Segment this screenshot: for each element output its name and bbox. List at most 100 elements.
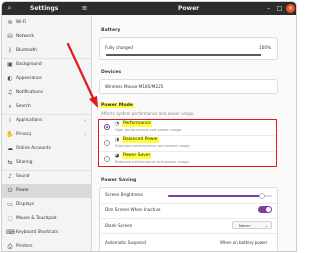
search-icon: ⌕ (8, 103, 12, 110)
power-mode-option-balanced[interactable]: ◑ Balanced Power Standard performance an… (99, 136, 275, 151)
cloud-icon: ☁ (7, 145, 13, 152)
power-mode-option-saver[interactable]: ◕ Power Saver Reduced performance and po… (99, 152, 275, 167)
sidebar-item-sound[interactable]: ♪ Sound (2, 170, 91, 184)
battery-card: Fully charged 100% (99, 37, 278, 60)
mouse-icon: ◌ (7, 215, 13, 222)
sidebar-item-applications[interactable]: ⁞ Applications › (2, 114, 91, 128)
saver-label: Power Saver (122, 153, 152, 159)
sharing-icon: ⇆ (7, 159, 13, 166)
battery-percent: 100% (259, 45, 271, 50)
appearance-icon: ◐ (7, 75, 13, 82)
power-mode-option-performance[interactable]: ◔ Performance High performance and power… (99, 120, 275, 135)
balance-icon: ◑ (115, 137, 120, 143)
chevron-down-icon: ⌄ (264, 223, 268, 228)
sidebar-item-label: Keyboard Shortcuts (16, 230, 59, 235)
sidebar-item-power[interactable]: ⏻ Power (2, 184, 91, 198)
sidebar-item-search[interactable]: ⌕ Search (2, 100, 91, 114)
sidebar-item-printers[interactable]: ⎙ Printers (2, 240, 91, 251)
sidebar-item-network[interactable]: ⛁ Network (2, 30, 91, 44)
saver-desc: Reduced performance and power usage. (115, 160, 190, 164)
performance-desc: High performance and power usage. (115, 128, 183, 132)
battery-level-fill (106, 54, 261, 56)
settings-window: ⌕ Settings ≡ Power – □ × ≋ Wi-Fi ⛁ Network ᛒ… (1, 1, 297, 252)
sidebar-item-privacy[interactable]: ✋ Privacy › (2, 128, 91, 142)
screen-brightness-label[interactable]: Screen Brightness (105, 192, 143, 197)
sidebar-item-label: Printers (16, 244, 33, 249)
bluetooth-icon: ᛒ (8, 47, 12, 54)
sidebar-item-label: Online Accounts (16, 146, 51, 151)
divider (100, 233, 277, 234)
sidebar-item-notifications[interactable]: ♫ Notifications (2, 86, 91, 100)
power-mode-options: ◔ Performance High performance and power… (98, 119, 277, 167)
divider (100, 218, 277, 219)
sidebar-item-displays[interactable]: ▭ Displays (2, 198, 91, 212)
brightness-slider-fill (168, 195, 262, 197)
sidebar-item-background[interactable]: ▣ Background (2, 58, 91, 72)
battery-section-title: Battery (101, 28, 121, 33)
devices-card: Wireless Mouse M185/M225 (99, 79, 278, 94)
sidebar-item-label: Network (16, 34, 34, 39)
battery-status: Fully charged (105, 45, 134, 50)
search-icon[interactable]: ⌕ (5, 4, 14, 13)
performance-radio[interactable] (104, 124, 110, 130)
divider (100, 203, 277, 204)
brightness-slider[interactable] (168, 193, 272, 199)
close-icon[interactable]: × (286, 4, 295, 13)
dim-screen-label: Dim Screen When Inactive (105, 207, 161, 212)
speaker-icon: ♪ (8, 173, 12, 180)
maximize-icon[interactable]: □ (275, 4, 284, 13)
device-name: Wireless Mouse M185/M225 (105, 84, 164, 89)
sidebar-item-label: Bluetooth (16, 48, 37, 53)
sidebar-item-label: Background (16, 62, 42, 67)
bell-icon: ♫ (7, 89, 13, 96)
saver-radio[interactable] (104, 156, 110, 162)
sidebar-item-label: Privacy (16, 132, 32, 137)
sidebar-item-mouse-touchpad[interactable]: ◌ Mouse & Touchpad (2, 212, 91, 226)
balanced-radio[interactable] (104, 140, 110, 146)
main-content: Battery Fully charged 100% Devices Wirel… (93, 15, 296, 251)
power-saving-card: Screen Brightness Dim Screen When Inacti… (99, 187, 278, 251)
wifi-icon: ≋ (7, 19, 13, 26)
sidebar-item-wi-fi[interactable]: ≋ Wi-Fi (2, 16, 91, 30)
applications-icon: ⁞ (9, 117, 11, 124)
sidebar-item-label: Appearance (16, 76, 42, 81)
sidebar-item-label: Sharing (16, 160, 33, 165)
sidebar-item-sharing[interactable]: ⇆ Sharing (2, 156, 91, 170)
blank-screen-dropdown[interactable]: Never ⌄ (232, 221, 272, 229)
blank-screen-value: Never (239, 223, 251, 228)
power-saving-title: Power Saving (101, 178, 137, 183)
printer-icon: ⎙ (7, 243, 13, 250)
header-bar: ⌕ Settings ≡ Power – □ × (2, 2, 296, 15)
sidebar-item-label: Mouse & Touchpad (16, 216, 57, 221)
balanced-desc: Standard performance and power usage. (115, 144, 191, 148)
keyboard-icon: ⌨ (6, 229, 15, 236)
sidebar-header: ⌕ Settings ≡ (2, 2, 92, 15)
sidebar-item-bluetooth[interactable]: ᛒ Bluetooth (2, 44, 91, 58)
performance-label: Performance (122, 121, 152, 127)
leaf-icon: ◕ (115, 153, 120, 159)
settings-title: Settings (30, 5, 59, 12)
battery-level-bar (106, 54, 261, 56)
background-icon: ▣ (7, 61, 13, 68)
network-icon: ⛁ (7, 33, 13, 40)
power-mode-title: Power Mode (100, 103, 134, 108)
sidebar-item-online-accounts[interactable]: ☁ Online Accounts (2, 142, 91, 156)
sidebar: ≋ Wi-Fi ⛁ Network ᛒ Bluetooth ▣ Background ◐ Appe… (2, 15, 92, 251)
sidebar-item-label: Search (16, 104, 31, 109)
menu-icon[interactable]: ≡ (80, 4, 89, 13)
brightness-slider-handle[interactable] (258, 193, 265, 199)
auto-suspend-value[interactable]: When on battery power (220, 240, 267, 245)
power-icon: ⏻ (7, 187, 13, 194)
auto-suspend-label: Automatic Suspend (105, 240, 146, 245)
page-title: Power (178, 5, 200, 12)
sidebar-item-label: Power (16, 188, 29, 193)
power-mode-subtitle: Affects system performance and power usa… (101, 111, 195, 116)
sidebar-item-keyboard-shortcuts[interactable]: ⌨ Keyboard Shortcuts (2, 226, 91, 240)
dim-screen-toggle[interactable] (258, 206, 272, 213)
blank-screen-label: Blank Screen (105, 223, 133, 228)
toggle-knob (266, 207, 271, 212)
devices-section-title: Devices (101, 70, 122, 75)
minimize-icon[interactable]: – (264, 4, 273, 13)
sidebar-item-appearance[interactable]: ◐ Appearance (2, 72, 91, 86)
sidebar-item-label: Wi-Fi (16, 20, 27, 25)
